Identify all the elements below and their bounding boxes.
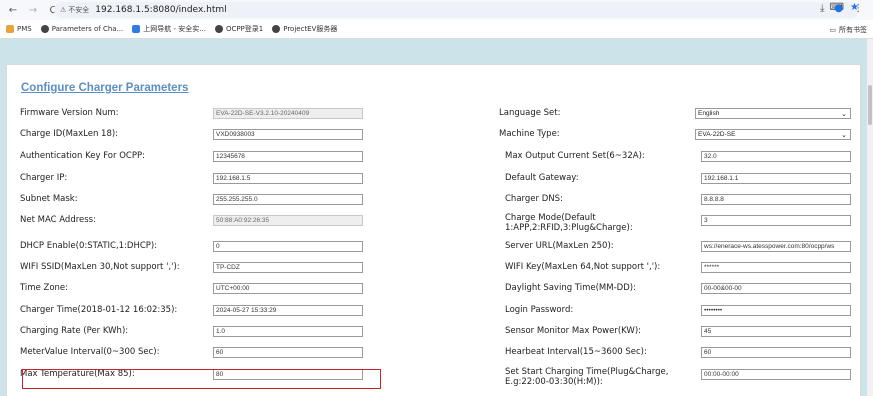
field-label: Charger Time(2018-01-12 16:02:35): bbox=[20, 305, 178, 315]
image-icon bbox=[6, 25, 14, 33]
field-input[interactable]: 12345678 bbox=[213, 151, 363, 162]
field-input[interactable]: 192.168.1.1 bbox=[701, 173, 851, 184]
field-label: Default Gateway: bbox=[505, 173, 579, 183]
field-input[interactable]: 00:00-00:00 bbox=[701, 369, 851, 380]
field-label: Charger DNS: bbox=[505, 194, 563, 204]
field-input: EVA-22D-SE-V3.2.10-20240409 bbox=[213, 108, 363, 119]
globe-icon bbox=[40, 25, 49, 33]
menu-icon[interactable]: ⋮ bbox=[853, 3, 863, 14]
select-value: English bbox=[698, 110, 720, 117]
field-label: Set Start Charging Time(Plug&Charge, E.g… bbox=[505, 367, 669, 387]
field-label: Charge ID(MaxLen 18): bbox=[20, 129, 119, 139]
field-input[interactable]: 00-00&00-00 bbox=[701, 283, 851, 294]
field-input[interactable]: 60 bbox=[213, 347, 363, 358]
field-input[interactable]: 2024-05-27 15:33:29 bbox=[213, 305, 363, 316]
field-input[interactable]: UTC+00:00 bbox=[213, 283, 363, 294]
field-input[interactable]: VXD0938003 bbox=[213, 129, 363, 140]
field-input[interactable]: 8.8.8.8 bbox=[701, 194, 851, 205]
warning-icon: ⚠ bbox=[60, 6, 67, 14]
field-label: Daylight Saving Time(MM-DD): bbox=[505, 283, 636, 293]
field-label: Charger IP: bbox=[20, 173, 68, 183]
globe-icon bbox=[214, 25, 223, 33]
bookmark-item[interactable]: PMS bbox=[6, 25, 32, 33]
field-input[interactable]: 60 bbox=[701, 347, 851, 358]
field-select[interactable]: EVA-22D-SE ⌄ bbox=[695, 129, 851, 140]
field-input[interactable]: 192.168.1.5 bbox=[213, 173, 363, 184]
chevron-down-icon: ⌄ bbox=[841, 110, 847, 118]
field-label: Hearbeat Interval(15~3600 Sec): bbox=[505, 347, 647, 357]
bookmark-label: PMS bbox=[17, 25, 32, 33]
field-label: Max Output Current Set(6~32A): bbox=[505, 151, 645, 161]
field-input[interactable]: 32.0 bbox=[701, 151, 851, 162]
download-icon[interactable]: ⤓ bbox=[820, 3, 824, 14]
bookmark-item[interactable]: ProjectEV服务器 bbox=[272, 24, 337, 34]
insecure-badge[interactable]: ⚠ 不安全 bbox=[60, 5, 89, 15]
field-input[interactable]: TP-CDZ bbox=[213, 262, 363, 273]
field-input[interactable]: •••••••• bbox=[701, 305, 851, 316]
field-label: MeterValue Interval(0~300 Sec): bbox=[20, 347, 160, 357]
field-input[interactable]: ws://enerace-ws.atesspower.com:80/ocpp/w… bbox=[701, 241, 851, 252]
forward-icon[interactable]: → bbox=[26, 5, 40, 16]
field-label: Authentication Key For OCPP: bbox=[20, 151, 145, 161]
select-value: EVA-22D-SE bbox=[698, 131, 736, 138]
field-select[interactable]: English ⌄ bbox=[695, 108, 851, 119]
insecure-label: 不安全 bbox=[68, 6, 90, 14]
bookmark-item[interactable]: Parameters of Cha... bbox=[40, 25, 124, 33]
field-input[interactable]: 255.255.255.0 bbox=[213, 194, 363, 205]
field-label: Charging Rate (Per KWh): bbox=[20, 326, 129, 336]
field-label: Net MAC Address: bbox=[20, 215, 96, 225]
field-label: Firmware Version Num: bbox=[20, 108, 119, 118]
url-text: 192.168.1.5:8080/index.html bbox=[95, 5, 227, 15]
back-icon[interactable]: ← bbox=[6, 5, 20, 16]
address-bar[interactable]: ⚠ 不安全 192.168.1.5:8080/index.html ⌨ ★ bbox=[54, 2, 859, 18]
profile-icon[interactable]: ● bbox=[834, 3, 843, 14]
field-label: Login Password: bbox=[505, 305, 574, 315]
field-input[interactable]: 3 bbox=[701, 215, 851, 226]
all-bookmarks-button[interactable]: ▭ 所有书签 bbox=[829, 25, 867, 35]
field-label: Language Set: bbox=[499, 108, 561, 118]
chevron-down-icon: ⌄ bbox=[841, 131, 847, 139]
scrollbar[interactable] bbox=[867, 39, 873, 396]
field-label: DHCP Enable(0:STATIC,1:DHCP): bbox=[20, 241, 158, 251]
globe-icon bbox=[272, 25, 281, 33]
bookmark-label: 上网导航 - 安全实... bbox=[143, 25, 206, 33]
all-bookmarks-label: 所有书签 bbox=[839, 26, 867, 34]
field-label: Time Zone: bbox=[20, 283, 69, 293]
field-label: WIFI SSID(MaxLen 30,Not support ','): bbox=[20, 262, 180, 272]
shield-icon bbox=[132, 25, 141, 33]
field-label: Machine Type: bbox=[499, 129, 560, 139]
field-label: WIFI Key(MaxLen 64,Not support ','): bbox=[505, 262, 661, 272]
field-label: Server URL(MaxLen 250): bbox=[505, 241, 614, 251]
field-label: Sensor Monitor Max Power(KW): bbox=[505, 326, 641, 336]
bookmark-label: Parameters of Cha... bbox=[51, 25, 124, 33]
bookmarks-bar: PMS Parameters of Cha... 上网导航 - 安全实... OCPP… bbox=[0, 20, 873, 39]
bookmark-label: OCPP登录1 bbox=[225, 25, 264, 33]
field-label: Charge Mode(Default 1:APP,2:RFID,3:Plug&… bbox=[505, 213, 633, 233]
config-panel: Configure Charger Parameters Firmware Ve… bbox=[6, 64, 861, 396]
bookmark-label: ProjectEV服务器 bbox=[283, 25, 338, 33]
bookmark-item[interactable]: OCPP登录1 bbox=[214, 24, 264, 34]
bookmark-item[interactable]: 上网导航 - 安全实... bbox=[132, 24, 206, 34]
field-label: Subnet Mask: bbox=[20, 194, 78, 204]
highlight-box bbox=[22, 369, 381, 389]
page-title: Configure Charger Parameters bbox=[21, 82, 189, 94]
browser-toolbar: ← → C ⚠ 不安全 192.168.1.5:8080/index.html … bbox=[0, 0, 873, 20]
field-input[interactable]: 1.0 bbox=[213, 326, 363, 337]
folder-icon: ▭ bbox=[829, 26, 836, 34]
field-input: 50:88:A0:92:26:35 bbox=[213, 215, 363, 226]
scrollbar-thumb[interactable] bbox=[868, 85, 872, 125]
field-input[interactable]: 0 bbox=[213, 241, 363, 252]
field-input[interactable]: 45 bbox=[701, 326, 851, 337]
field-input[interactable]: ****** bbox=[701, 262, 851, 273]
